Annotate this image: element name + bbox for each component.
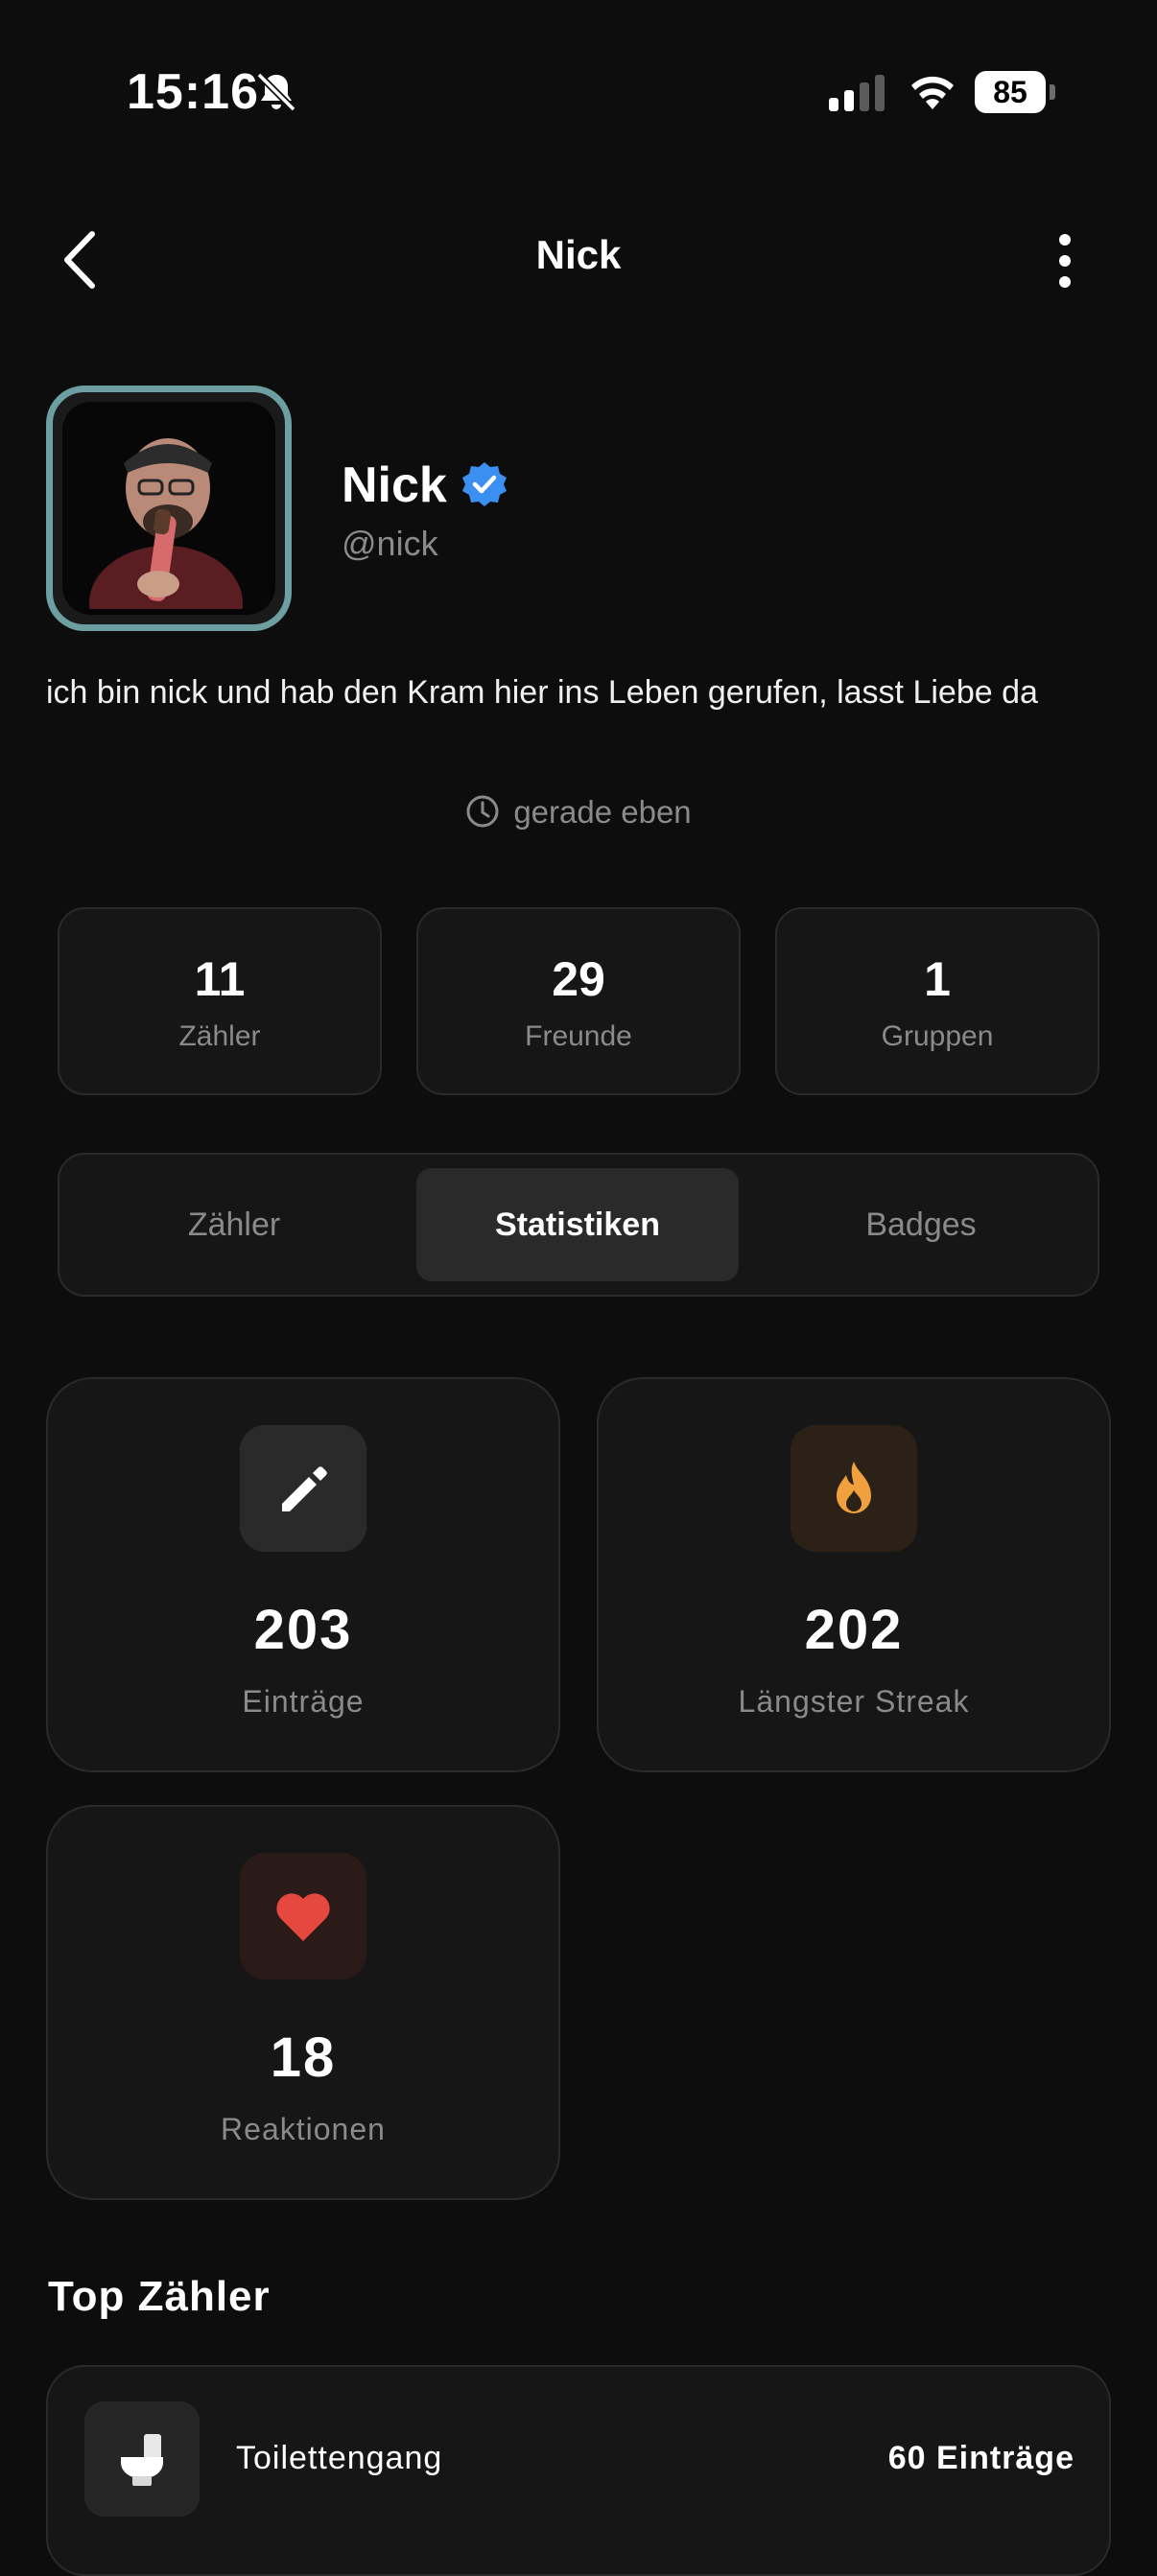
stat-card-reaktionen: 18 Reaktionen (46, 1805, 560, 2200)
count-value: 29 (552, 952, 605, 1006)
stat-icon-box (240, 1853, 366, 1979)
count-label: Freunde (525, 1020, 632, 1052)
last-seen-text: gerade eben (513, 794, 692, 830)
count-label: Zähler (178, 1020, 261, 1052)
stat-value: 203 (253, 1599, 353, 1661)
battery-indicator: 85 (975, 71, 1055, 115)
stat-card-eintraege: 203 Einträge (46, 1377, 560, 1772)
counter-name: Toilettengang (236, 2440, 443, 2476)
profile-name: Nick (342, 457, 447, 513)
tab-badges[interactable]: Badges (760, 1168, 1082, 1281)
stat-label: Einträge (242, 1684, 365, 1719)
toilet-icon (121, 2434, 163, 2486)
stat-icon-box (791, 1425, 917, 1552)
count-value: 11 (194, 952, 246, 1006)
profile-bio: ich bin nick und hab den Kram hier ins L… (46, 674, 1038, 711)
tab-statistiken[interactable]: Statistiken (416, 1168, 739, 1281)
stat-label: Längster Streak (738, 1684, 970, 1719)
stat-icon-box (240, 1425, 366, 1552)
segmented-tabs: Zähler Statistiken Badges (58, 1153, 1099, 1297)
count-card-zaehler[interactable]: 11 Zähler (58, 907, 382, 1095)
bell-muted-icon (256, 72, 296, 112)
stat-value: 18 (270, 2026, 337, 2089)
last-seen: gerade eben (0, 794, 1157, 831)
count-label: Gruppen (881, 1020, 994, 1052)
stat-value: 202 (804, 1599, 904, 1661)
more-options-icon[interactable] (1046, 228, 1084, 293)
battery-level: 85 (975, 71, 1046, 113)
avatar-photo (62, 402, 270, 615)
heart-icon (276, 1893, 330, 1941)
pencil-icon (282, 1466, 327, 1511)
stat-label: Reaktionen (221, 2112, 386, 2146)
flame-icon (837, 1462, 871, 1513)
section-title-top-zaehler: Top Zähler (48, 2273, 271, 2320)
counter-count: 60 Einträge (887, 2440, 1074, 2476)
count-card-gruppen[interactable]: 1 Gruppen (775, 907, 1099, 1095)
avatar[interactable] (46, 386, 292, 631)
status-time: 15:16 (127, 64, 259, 120)
signal-icon (829, 75, 885, 111)
profile-handle: @nick (342, 524, 438, 563)
top-counter-item[interactable]: Toilettengang 60 Einträge (46, 2365, 1111, 2576)
list-icon-box (84, 2401, 200, 2517)
page-title: Nick (535, 232, 622, 277)
wifi-icon (911, 76, 954, 109)
count-card-freunde[interactable]: 29 Freunde (416, 907, 741, 1095)
verified-badge-icon (462, 462, 507, 506)
tab-zaehler[interactable]: Zähler (73, 1168, 395, 1281)
stat-card-laengster-streak: 202 Längster Streak (597, 1377, 1111, 1772)
count-value: 1 (924, 952, 951, 1006)
clock-icon (466, 795, 499, 828)
